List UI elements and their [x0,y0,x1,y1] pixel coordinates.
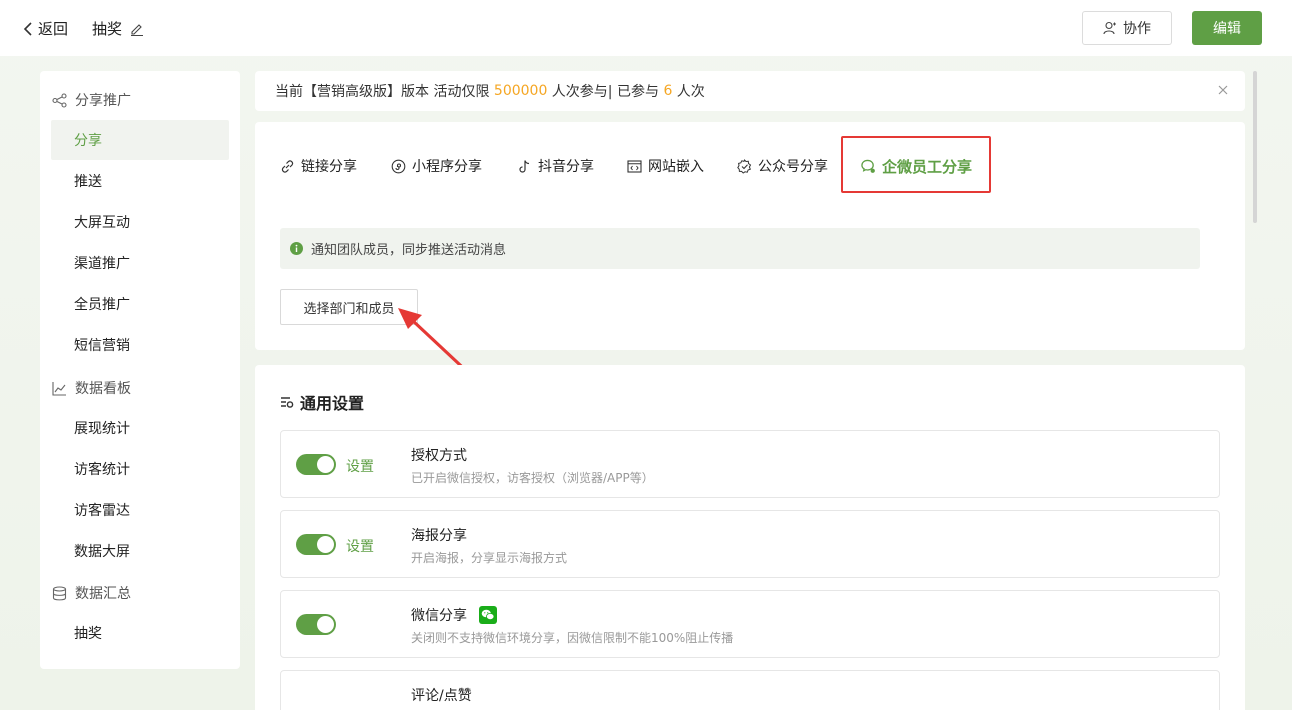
chevron-left-icon [23,21,32,36]
setting-title-text: 海报分享 [411,528,467,544]
participation-limit: 500000 [493,83,548,99]
sidebar-group-data-summary: 数据汇总 [52,583,131,603]
sidebar-item-data-screen[interactable]: 数据大屏 [51,531,229,571]
sidebar-item-lottery[interactable]: 抽奖 [51,613,229,653]
info-tip: 通知团队成员，同步推送活动消息 [280,228,1200,269]
annotation-highlight-box [841,136,991,193]
wechat-share-toggle[interactable] [296,614,336,635]
settings-list-icon [281,397,294,408]
tab-label: 链接分享 [301,159,357,175]
tab-miniprogram-share[interactable]: 小程序分享 [391,156,482,176]
version-notice: 当前【营销高级版】版本 活动仅限 500000 人次参与| 已参与 6 人次 [255,71,1245,111]
setting-description: 已开启微信授权，访客授权（浏览器/APP等） [411,471,654,485]
sidebar-item-visitor-stats[interactable]: 访客统计 [51,449,229,489]
sidebar-group-label: 分享推广 [75,93,131,109]
sidebar-item-share[interactable]: 分享 [51,120,229,160]
sidebar-group-share: 分享推广 [52,90,131,110]
tab-link-share[interactable]: 链接分享 [280,156,357,176]
back-button[interactable]: 返回 [22,18,68,39]
tip-text: 通知团队成员，同步推送活动消息 [311,243,507,258]
setting-title: 授权方式 [411,445,467,465]
tab-label: 公众号分享 [758,159,828,175]
participation-count: 6 [663,83,673,99]
share-icon [52,92,67,108]
tab-website-embed[interactable]: 网站嵌入 [627,156,704,176]
miniprogram-icon [391,159,406,173]
auth-method-toggle[interactable] [296,454,336,475]
top-bar: 返回 抽奖 协作 编辑 [0,0,1292,56]
setting-row-auth-method: 设置 授权方式 已开启微信授权，访客授权（浏览器/APP等） [280,430,1220,498]
tab-official-account-share[interactable]: 公众号分享 [737,156,828,176]
scrollbar[interactable] [1253,71,1257,223]
setting-title: 海报分享 [411,525,467,545]
wechat-icon [479,606,497,624]
official-account-icon [737,158,752,174]
edit-button[interactable]: 编辑 [1192,11,1262,45]
notice-prefix: 当前【营销高级版】版本 活动仅限 [275,84,494,100]
page-title: 抽奖 [92,20,123,38]
link-icon [281,159,294,173]
select-department-members-button[interactable]: 选择部门和成员 [280,289,418,325]
tiktok-icon [519,159,530,173]
setting-title-text: 授权方式 [411,448,467,464]
user-icon [1103,21,1116,35]
sidebar-item-push[interactable]: 推送 [51,161,229,201]
code-window-icon [627,159,642,173]
sidebar-group-data-board: 数据看板 [52,378,131,398]
sidebar: 分享推广 分享 推送 大屏互动 渠道推广 全员推广 短信营销 数据看板 展现统计… [40,71,240,669]
general-settings-panel: 通用设置 设置 授权方式 已开启微信授权，访客授权（浏览器/APP等） 设置 海… [255,365,1245,710]
sidebar-item-impression-stats[interactable]: 展现统计 [51,408,229,448]
tab-label: 抖音分享 [538,159,594,175]
setting-row-comment-like: 评论/点赞 [280,670,1220,710]
sidebar-item-visitor-radar[interactable]: 访客雷达 [51,490,229,530]
setting-description: 关闭则不支持微信环境分享，因微信限制不能100%阻止传播 [411,631,734,645]
collaborate-button[interactable]: 协作 [1082,11,1172,45]
sidebar-item-all-staff-promotion[interactable]: 全员推广 [51,284,229,324]
setting-title: 评论/点赞 [411,685,472,705]
close-icon[interactable] [1217,84,1229,96]
pencil-icon[interactable] [130,22,144,36]
sidebar-item-channel-promotion[interactable]: 渠道推广 [51,243,229,283]
setting-row-poster-share: 设置 海报分享 开启海报，分享显示海报方式 [280,510,1220,578]
poster-share-toggle[interactable] [296,534,336,555]
auth-method-settings-link[interactable]: 设置 [346,456,374,476]
setting-description: 开启海报，分享显示海报方式 [411,551,568,565]
sidebar-group-label: 数据汇总 [75,586,131,602]
back-label: 返回 [38,20,69,38]
tab-label: 网站嵌入 [648,159,704,175]
setting-title-text: 微信分享 [411,608,467,624]
setting-title: 微信分享 [411,605,497,625]
tab-label: 小程序分享 [412,159,482,175]
chart-icon [52,381,66,396]
page-title-group: 抽奖 [92,18,144,39]
share-panel: 链接分享 小程序分享 抖音分享 网站嵌入 公众号分享 企微员工分享 通知团队成员… [255,122,1245,350]
sidebar-item-sms-marketing[interactable]: 短信营销 [51,325,229,365]
notice-middle: 人次参与| 已参与 [547,84,664,100]
collaborate-label: 协作 [1123,21,1151,37]
settings-title-group: 通用设置 [280,390,364,414]
settings-title: 通用设置 [300,394,365,413]
database-icon [52,585,67,600]
tab-tiktok-share[interactable]: 抖音分享 [517,156,594,176]
sidebar-group-label: 数据看板 [75,381,131,397]
sidebar-item-big-screen-interaction[interactable]: 大屏互动 [51,202,229,242]
poster-share-settings-link[interactable]: 设置 [346,536,374,556]
notice-suffix: 人次 [672,84,705,100]
info-icon [290,242,303,255]
setting-title-text: 评论/点赞 [411,688,472,704]
setting-row-wechat-share: 微信分享 关闭则不支持微信环境分享，因微信限制不能100%阻止传播 [280,590,1220,658]
